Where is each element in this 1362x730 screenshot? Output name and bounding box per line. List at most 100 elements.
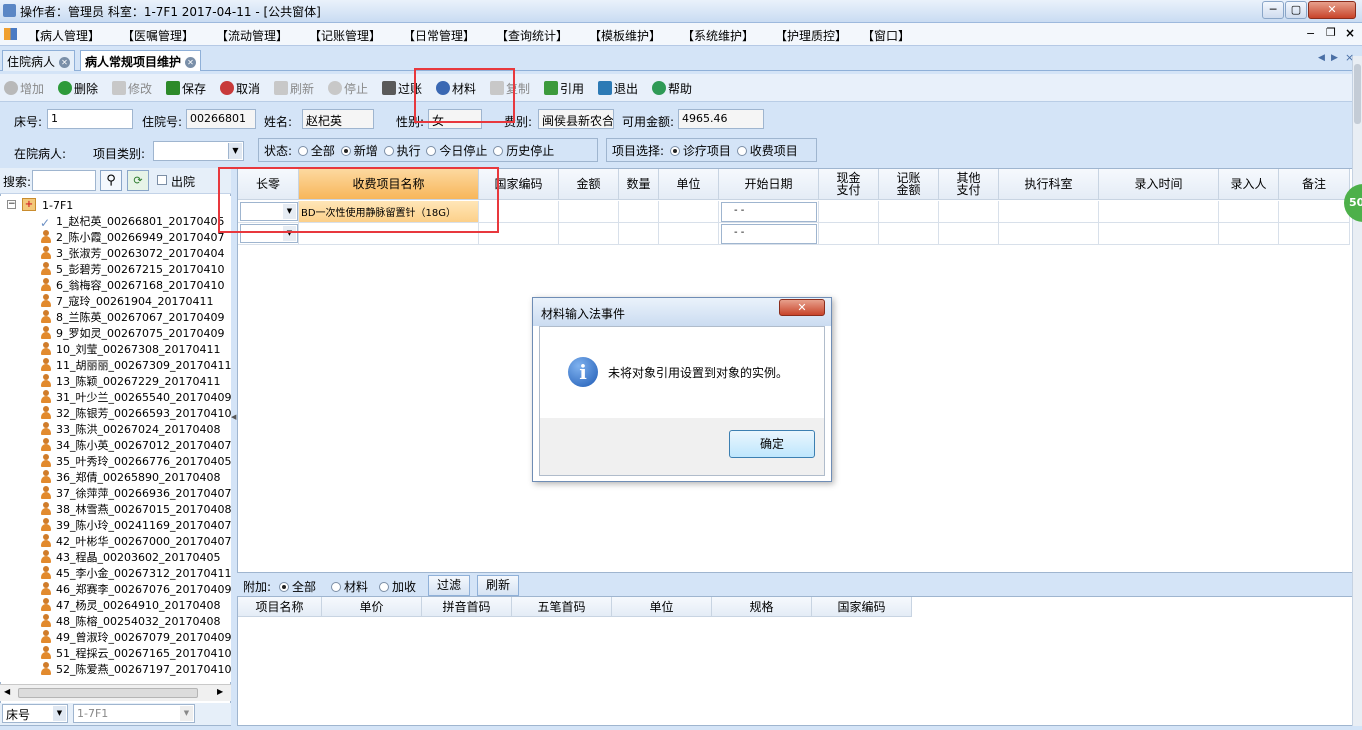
minimize-button[interactable]: ─ — [1262, 1, 1284, 19]
tree-patient-item[interactable]: 52_陈爱燕_00267197_20170410 — [40, 661, 231, 677]
discharged-checkbox[interactable] — [157, 175, 167, 185]
save-button[interactable]: 保存 — [166, 80, 206, 97]
delete-button[interactable]: 删除 — [58, 80, 98, 97]
tree-patient-item[interactable]: 8_兰陈英_00267067_20170409 — [40, 309, 224, 325]
tree-patient-item[interactable]: 47_杨灵_00264910_20170408 — [40, 597, 220, 613]
scroll-thumb[interactable] — [1354, 64, 1361, 124]
column-header[interactable]: 单位 — [659, 169, 719, 200]
grid-cell[interactable] — [879, 201, 939, 223]
search-icon[interactable]: ⚲ — [100, 170, 122, 191]
grid-cell[interactable] — [559, 223, 619, 245]
chevron-down-icon[interactable]: ▼ — [53, 706, 66, 721]
grid-cell[interactable] — [999, 223, 1099, 245]
tree-patient-item[interactable]: 48_陈榕_00254032_20170408 — [40, 613, 220, 629]
column-header[interactable]: 记账 金额 — [879, 169, 939, 200]
grid-cell[interactable] — [1279, 223, 1350, 245]
column-header[interactable]: 拼音首码 — [422, 597, 512, 617]
bed-field[interactable]: 1 — [47, 109, 133, 129]
scroll-left-icon[interactable]: ◀ — [4, 687, 10, 696]
column-header[interactable]: 备注 — [1279, 169, 1350, 200]
tree-patient-item[interactable]: ✓ 1_赵杞英_00266801_20170405 — [40, 213, 224, 229]
mdi-close-icon[interactable]: × — [1345, 26, 1355, 40]
tree-patient-item[interactable]: 32_陈银芳_00266593_20170410 — [40, 405, 231, 421]
tree-patient-item[interactable]: 33_陈洪_00267024_20170408 — [40, 421, 220, 437]
menu-window[interactable]: 【窗口】 — [862, 27, 910, 44]
tree-patient-item[interactable]: 51_程採云_00267165_20170410 — [40, 645, 231, 661]
reference-button[interactable]: 引用 — [544, 80, 584, 97]
menu-billing[interactable]: 【记账管理】 — [309, 27, 381, 44]
menu-flow[interactable]: 【流动管理】 — [216, 27, 288, 44]
search-input[interactable] — [32, 170, 96, 191]
tree-patient-item[interactable]: 39_陈小玲_00241169_20170407 — [40, 517, 231, 533]
tab-inpatients[interactable]: 住院病人 ✕ — [2, 50, 76, 71]
grid-cell[interactable] — [559, 201, 619, 223]
exit-button[interactable]: 退出 — [598, 80, 638, 97]
grid-cell[interactable] — [1219, 223, 1279, 245]
close-button[interactable]: ✕ — [1308, 1, 1356, 19]
grid-cell[interactable] — [1099, 223, 1219, 245]
tree-patient-item[interactable]: 11_胡丽丽_00267309_20170411 — [40, 357, 231, 373]
column-header[interactable]: 单价 — [322, 597, 422, 617]
tree-patient-item[interactable]: 43_程晶_00203602_20170405 — [40, 549, 220, 565]
grid-cell-date[interactable]: - - — [719, 223, 819, 245]
add-material-option[interactable]: 材料 — [329, 578, 368, 595]
column-header[interactable]: 数量 — [619, 169, 659, 200]
sort-combo[interactable]: 床号 ▼ — [2, 704, 68, 723]
column-header[interactable]: 国家编码 — [812, 597, 912, 617]
column-header[interactable]: 金额 — [559, 169, 619, 200]
help-button[interactable]: 帮助 — [652, 80, 692, 97]
status-history-stop[interactable]: 历史停止 — [491, 144, 554, 158]
tree-patient-item[interactable]: 38_林雪燕_00267015_20170408 — [40, 501, 231, 517]
tree-patient-item[interactable]: 2_陈小霞_00266949_20170407 — [40, 229, 224, 245]
tree-patient-item[interactable]: 3_张淑芳_00263072_20170404 — [40, 245, 224, 261]
grid-cell[interactable] — [879, 223, 939, 245]
tree-patient-item[interactable]: 9_罗如灵_00267075_20170409 — [40, 325, 224, 341]
status-new[interactable]: 新增 — [339, 144, 378, 158]
grid-cell[interactable] — [619, 201, 659, 223]
column-header[interactable]: 其他 支付 — [939, 169, 999, 200]
status-exec[interactable]: 执行 — [382, 144, 421, 158]
item-type-select[interactable]: ▼ — [153, 141, 244, 161]
column-header[interactable]: 开始日期 — [719, 169, 819, 200]
tree-patient-item[interactable]: 35_叶秀玲_00266776_20170405 — [40, 453, 231, 469]
tree-root[interactable]: 1-7F1 — [42, 199, 73, 212]
close-icon[interactable]: ✕ — [59, 57, 71, 68]
tree-patient-item[interactable]: 37_徐萍萍_00266936_20170407 — [40, 485, 231, 501]
mdi-minimize-icon[interactable]: − — [1306, 27, 1315, 40]
column-header[interactable]: 项目名称 — [238, 597, 322, 617]
tree-patient-item[interactable]: 49_曾淑玲_00267079_20170409 — [40, 629, 231, 645]
column-header[interactable]: 现金 支付 — [819, 169, 879, 200]
menu-template[interactable]: 【模板维护】 — [589, 27, 661, 44]
grid-cell[interactable] — [619, 223, 659, 245]
tab-prev-icon[interactable]: ◀ — [1318, 53, 1325, 63]
refresh-addl-button[interactable]: 刷新 — [477, 575, 519, 596]
dialog-close-button[interactable]: ✕ — [779, 299, 825, 316]
column-header[interactable]: 规格 — [712, 597, 812, 617]
grid-cell[interactable] — [1279, 201, 1350, 223]
refresh-list-icon[interactable]: ⟳ — [127, 170, 149, 191]
ok-button[interactable]: 确定 — [729, 430, 815, 458]
name-field[interactable]: 赵杞英 — [302, 109, 374, 129]
edit-button[interactable]: 修改 — [112, 80, 152, 97]
menu-orders[interactable]: 【医嘱管理】 — [122, 27, 194, 44]
column-header[interactable]: 录入时间 — [1099, 169, 1219, 200]
column-header[interactable]: 单位 — [612, 597, 712, 617]
item-charge[interactable]: 收费项目 — [735, 144, 798, 158]
close-icon[interactable]: ✕ — [185, 57, 197, 68]
grid-cell[interactable] — [939, 223, 999, 245]
tab-routine-items[interactable]: 病人常规项目维护 ✕ — [80, 50, 202, 71]
refresh-button[interactable]: 刷新 — [274, 80, 314, 97]
tab-next-icon[interactable]: ▶ — [1331, 53, 1338, 63]
grid-cell[interactable] — [999, 201, 1099, 223]
item-diagnosis[interactable]: 诊疗项目 — [668, 144, 731, 158]
column-header[interactable]: 录入人 — [1219, 169, 1279, 200]
add-surcharge-option[interactable]: 加收 — [377, 578, 416, 595]
tree-patient-item[interactable]: 7_寇玲_00261904_20170411 — [40, 293, 213, 309]
column-header[interactable]: 执行科室 — [999, 169, 1099, 200]
scroll-thumb[interactable] — [18, 688, 198, 698]
fee-type-field[interactable]: 闽侯县新农合 — [538, 109, 614, 129]
tree-patient-item[interactable]: 45_李小金_00267312_20170411 — [40, 565, 231, 581]
grid-cell[interactable] — [819, 201, 879, 223]
mdi-restore-icon[interactable]: ❐ — [1326, 26, 1336, 39]
grid-cell[interactable] — [819, 223, 879, 245]
